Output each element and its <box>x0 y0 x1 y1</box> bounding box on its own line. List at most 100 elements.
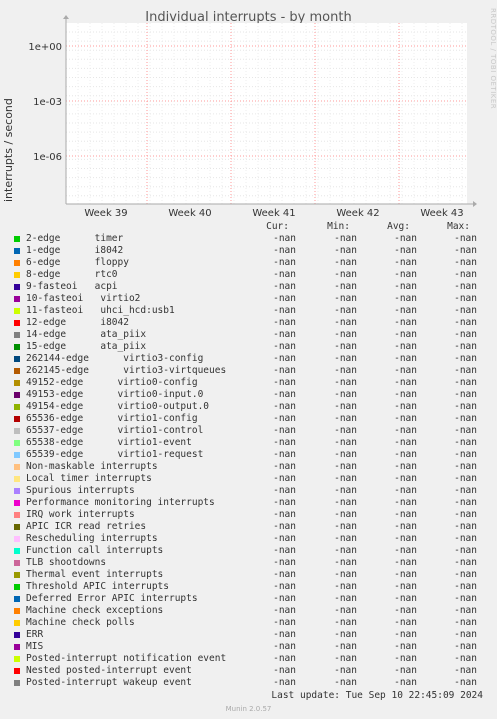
value-max: -nan <box>454 449 477 460</box>
value-avg: -nan <box>394 569 417 580</box>
value-avg: -nan <box>394 401 417 412</box>
value-max: -nan <box>454 569 477 580</box>
legend-label: MIS <box>26 641 44 652</box>
value-avg: -nan <box>394 653 417 664</box>
value-avg: -nan <box>394 581 417 592</box>
y-tick-label: 1e-03 <box>33 97 62 108</box>
value-avg: -nan <box>394 497 417 508</box>
legend-swatch <box>14 380 20 386</box>
value-min: -nan <box>334 509 357 520</box>
value-cur: -nan <box>273 449 296 460</box>
header-max: Max: <box>447 221 470 232</box>
value-min: -nan <box>334 641 357 652</box>
value-avg: -nan <box>394 509 417 520</box>
legend-label: TLB shootdowns <box>26 557 107 568</box>
value-max: -nan <box>454 341 477 352</box>
legend-row: 49152-edge virtio0-config -nan -nan -nan -na… <box>0 377 497 389</box>
value-cur: -nan <box>273 581 296 592</box>
value-min: -nan <box>334 377 357 388</box>
legend-row: Thermal event interrupts -nan -nan -nan -nan <box>0 569 497 581</box>
legend-label: 8-edge rtc0 <box>26 269 118 280</box>
y-axis-arrow <box>63 15 69 19</box>
header-avg: Avg: <box>387 221 410 232</box>
legend-swatch <box>14 608 20 614</box>
legend-label: Deferred Error APIC interrupts <box>26 593 198 604</box>
legend-label: 65536-edge virtio1-config <box>26 413 198 424</box>
legend-swatch <box>14 272 20 278</box>
value-cur: -nan <box>273 425 296 436</box>
value-min: -nan <box>334 617 357 628</box>
value-avg: -nan <box>394 365 417 376</box>
legend-swatch <box>14 356 20 362</box>
value-cur: -nan <box>273 317 296 328</box>
value-min: -nan <box>334 329 357 340</box>
legend-swatch <box>14 488 20 494</box>
legend-swatch <box>14 392 20 398</box>
legend-row: 49154-edge virtio0-output.0 -nan -nan -nan -… <box>0 401 497 413</box>
y-tick-label: 1e+00 <box>28 42 62 53</box>
legend-row: 8-edge rtc0 -nan -nan -nan -nan <box>0 269 497 281</box>
legend-row: Performance monitoring interrupts -nan -na… <box>0 497 497 509</box>
value-max: -nan <box>454 557 477 568</box>
legend-row: TLB shootdowns -nan -nan -nan -nan <box>0 557 497 569</box>
value-avg: -nan <box>394 329 417 340</box>
legend-label: 262144-edge virtio3-config <box>26 353 204 364</box>
value-cur: -nan <box>273 437 296 448</box>
value-avg: -nan <box>394 245 417 256</box>
legend-swatch <box>14 428 20 434</box>
legend-row: Machine check polls -nan -nan -nan -nan <box>0 617 497 629</box>
value-cur: -nan <box>273 401 296 412</box>
legend-label: Performance monitoring interrupts <box>26 497 215 508</box>
value-max: -nan <box>454 317 477 328</box>
header-cur: Cur: <box>266 221 289 232</box>
legend-row: 9-fasteoi acpi -nan -nan -nan -nan <box>0 281 497 293</box>
value-max: -nan <box>454 257 477 268</box>
legend-swatch <box>14 236 20 242</box>
value-min: -nan <box>334 281 357 292</box>
value-max: -nan <box>454 521 477 532</box>
value-avg: -nan <box>394 641 417 652</box>
value-min: -nan <box>334 461 357 472</box>
value-cur: -nan <box>273 509 296 520</box>
legend-row: 15-edge ata_piix -nan -nan -nan -nan <box>0 341 497 353</box>
value-max: -nan <box>454 401 477 412</box>
legend-label: 65539-edge virtio1-request <box>26 449 204 460</box>
legend-label: Function call interrupts <box>26 545 164 556</box>
legend-row: Spurious interrupts -nan -nan -nan -nan <box>0 485 497 497</box>
value-avg: -nan <box>394 425 417 436</box>
value-avg: -nan <box>394 293 417 304</box>
legend-label: 2-edge timer <box>26 233 124 244</box>
value-avg: -nan <box>394 269 417 280</box>
legend-row: 65537-edge virtio1-control -nan -nan -nan -n… <box>0 425 497 437</box>
legend-row: 11-fasteoi uhci_hcd:usb1 -nan -nan -nan -nan <box>0 305 497 317</box>
value-max: -nan <box>454 437 477 448</box>
value-cur: -nan <box>273 329 296 340</box>
legend-label: APIC ICR read retries <box>26 521 147 532</box>
value-cur: -nan <box>273 473 296 484</box>
value-min: -nan <box>334 305 357 316</box>
value-max: -nan <box>454 665 477 676</box>
value-cur: -nan <box>273 677 296 688</box>
value-max: -nan <box>454 461 477 472</box>
legend-label: Posted-interrupt notification event <box>26 653 227 664</box>
value-max: -nan <box>454 233 477 244</box>
value-min: -nan <box>334 293 357 304</box>
legend-swatch <box>14 452 20 458</box>
value-cur: -nan <box>273 617 296 628</box>
value-max: -nan <box>454 377 477 388</box>
legend-label: 49152-edge virtio0-config <box>26 377 198 388</box>
value-cur: -nan <box>273 245 296 256</box>
value-min: -nan <box>334 533 357 544</box>
legend-swatch <box>14 572 20 578</box>
value-avg: -nan <box>394 533 417 544</box>
value-max: -nan <box>454 329 477 340</box>
value-avg: -nan <box>394 617 417 628</box>
value-cur: -nan <box>273 257 296 268</box>
value-max: -nan <box>454 593 477 604</box>
value-cur: -nan <box>273 377 296 388</box>
value-cur: -nan <box>273 281 296 292</box>
legend-row: 1-edge i8042 -nan -nan -nan -nan <box>0 245 497 257</box>
value-cur: -nan <box>273 233 296 244</box>
value-max: -nan <box>454 509 477 520</box>
value-min: -nan <box>334 569 357 580</box>
